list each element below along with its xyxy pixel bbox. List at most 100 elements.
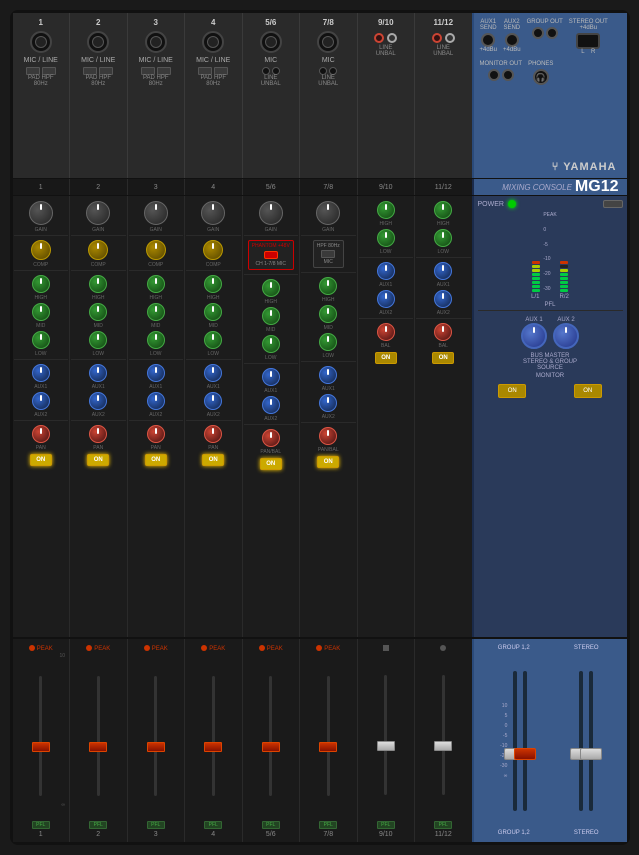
ch1112-rca-l[interactable] <box>445 33 455 43</box>
fader-handle-ch4[interactable] <box>204 742 222 752</box>
aux2-knob-ch78[interactable] <box>319 394 337 412</box>
aux1-knob-ch4[interactable] <box>204 364 222 382</box>
xlr-ch3[interactable] <box>145 31 167 53</box>
xlr-ch2[interactable] <box>87 31 109 53</box>
aux2-knob-ch4[interactable] <box>204 392 222 410</box>
high-knob-ch1[interactable] <box>32 275 50 293</box>
high-knob-ch3[interactable] <box>147 275 165 293</box>
aux2-knob-ch1112[interactable] <box>434 290 452 308</box>
low-knob-ch1112[interactable] <box>434 229 452 247</box>
pfl-btn-ch4[interactable]: PFL <box>204 821 222 829</box>
pfl-btn-ch56[interactable]: PFL <box>262 821 280 829</box>
low-knob-ch56[interactable] <box>262 335 280 353</box>
fader-handle-ch910[interactable] <box>377 741 395 751</box>
pfl-btn-ch2[interactable]: PFL <box>89 821 107 829</box>
monitor-out-l[interactable] <box>488 69 500 81</box>
pan-knob-ch78[interactable] <box>319 427 337 445</box>
mid-knob-ch4[interactable] <box>204 303 222 321</box>
aux2-knob-ch910[interactable] <box>377 290 395 308</box>
high-knob-ch4[interactable] <box>204 275 222 293</box>
mid-knob-ch1[interactable] <box>32 303 50 321</box>
ch1112-rca-r[interactable] <box>432 33 442 43</box>
aux1-knob-ch1112[interactable] <box>434 262 452 280</box>
hpf-toggle-ch78[interactable] <box>321 250 335 258</box>
on-btn-ch1[interactable]: ON <box>30 454 52 466</box>
low-knob-ch910[interactable] <box>377 229 395 247</box>
on-btn-ch1112[interactable]: ON <box>432 352 454 364</box>
pan-knob-ch1[interactable] <box>32 425 50 443</box>
on-btn-ch2[interactable]: ON <box>87 454 109 466</box>
phones-jack[interactable]: 🎧 <box>533 69 549 85</box>
pfl-btn-ch1[interactable]: PFL <box>32 821 50 829</box>
mid-knob-ch2[interactable] <box>89 303 107 321</box>
group-fader-handle-2[interactable] <box>514 748 536 760</box>
xlr-ch1[interactable] <box>30 31 52 53</box>
aux1-knob-ch56[interactable] <box>262 368 280 386</box>
fader-handle-ch2[interactable] <box>89 742 107 752</box>
aux1-master-knob[interactable] <box>521 323 547 349</box>
pfl-btn-ch910[interactable]: PFL <box>377 821 395 829</box>
master-on-btn-1[interactable]: ON <box>498 384 526 398</box>
aux1-send-jack[interactable] <box>481 33 495 47</box>
ch3-hpf-btn[interactable] <box>157 67 171 75</box>
stereo-out-xlr[interactable] <box>576 33 600 49</box>
phantom-toggle[interactable] <box>264 251 278 259</box>
aux2-knob-ch56[interactable] <box>262 396 280 414</box>
pan-knob-ch2[interactable] <box>89 425 107 443</box>
gain-knob-ch56[interactable] <box>259 201 283 225</box>
xlr-ch56[interactable] <box>260 31 282 53</box>
on-btn-ch910[interactable]: ON <box>375 352 397 364</box>
fader-handle-ch3[interactable] <box>147 742 165 752</box>
pfl-btn-ch3[interactable]: PFL <box>147 821 165 829</box>
bal-knob-ch1112[interactable] <box>434 323 452 341</box>
aux2-knob-ch2[interactable] <box>89 392 107 410</box>
monitor-out-r[interactable] <box>502 69 514 81</box>
aux1-knob-ch78[interactable] <box>319 366 337 384</box>
comp-knob-ch4[interactable] <box>203 240 223 260</box>
bal-knob-ch910[interactable] <box>377 323 395 341</box>
ch78-line-l[interactable] <box>319 67 327 75</box>
pfl-btn-ch1112[interactable]: PFL <box>434 821 452 829</box>
gain-knob-ch1[interactable] <box>29 201 53 225</box>
gain-knob-ch2[interactable] <box>86 201 110 225</box>
ch56-line-l[interactable] <box>262 67 270 75</box>
fader-handle-ch78[interactable] <box>319 742 337 752</box>
mid-knob-ch56[interactable] <box>262 307 280 325</box>
comp-knob-ch3[interactable] <box>146 240 166 260</box>
low-knob-ch4[interactable] <box>204 331 222 349</box>
on-btn-ch56[interactable]: ON <box>260 458 282 470</box>
ch56-line-r[interactable] <box>272 67 280 75</box>
aux2-send-jack[interactable] <box>505 33 519 47</box>
fader-handle-ch56[interactable] <box>262 742 280 752</box>
ch1-hpf-btn[interactable] <box>42 67 56 75</box>
high-knob-ch1112[interactable] <box>434 201 452 219</box>
high-knob-ch56[interactable] <box>262 279 280 297</box>
power-switch[interactable] <box>603 200 623 208</box>
ch910-rca-r[interactable] <box>374 33 384 43</box>
gain-knob-ch3[interactable] <box>144 201 168 225</box>
on-btn-ch4[interactable]: ON <box>202 454 224 466</box>
ch1-pad-btn[interactable] <box>26 67 40 75</box>
ch2-pad-btn[interactable] <box>83 67 97 75</box>
aux2-master-knob[interactable] <box>553 323 579 349</box>
comp-knob-ch2[interactable] <box>88 240 108 260</box>
ch3-pad-btn[interactable] <box>141 67 155 75</box>
high-knob-ch2[interactable] <box>89 275 107 293</box>
stereo-fader-handle-2[interactable] <box>580 748 602 760</box>
mid-knob-ch3[interactable] <box>147 303 165 321</box>
group-out-l[interactable] <box>532 27 544 39</box>
aux2-knob-ch3[interactable] <box>147 392 165 410</box>
xlr-ch78[interactable] <box>317 31 339 53</box>
aux1-knob-ch910[interactable] <box>377 262 395 280</box>
ch910-rca-l[interactable] <box>387 33 397 43</box>
aux1-knob-ch2[interactable] <box>89 364 107 382</box>
on-btn-ch78[interactable]: ON <box>317 456 339 468</box>
ch4-pad-btn[interactable] <box>198 67 212 75</box>
xlr-ch4[interactable] <box>202 31 224 53</box>
ch4-hpf-btn[interactable] <box>214 67 228 75</box>
fader-handle-ch1112[interactable] <box>434 741 452 751</box>
fader-handle-ch1[interactable] <box>32 742 50 752</box>
gain-knob-ch78[interactable] <box>316 201 340 225</box>
high-knob-ch78[interactable] <box>319 277 337 295</box>
low-knob-ch3[interactable] <box>147 331 165 349</box>
